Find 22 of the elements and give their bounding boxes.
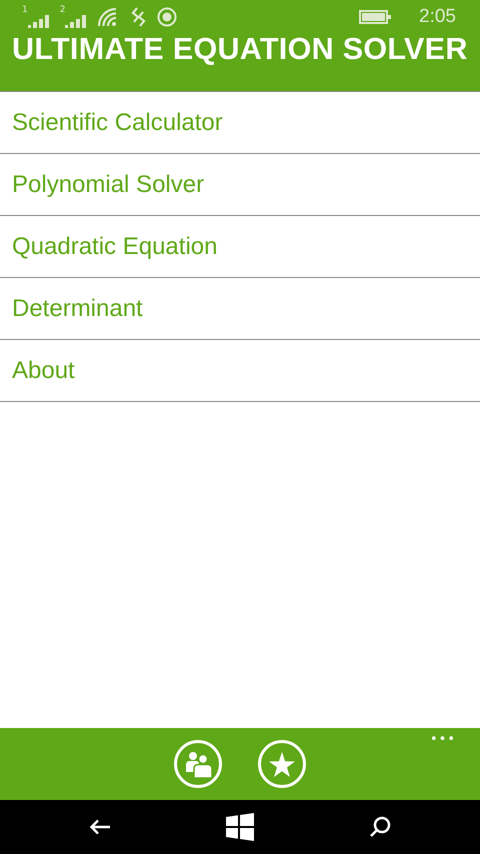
menu-item[interactable]: Determinant	[0, 278, 480, 340]
signal-icon	[65, 14, 88, 28]
menu-item[interactable]: About	[0, 340, 480, 402]
signal-icon	[28, 14, 50, 28]
sim-number: 1	[22, 6, 28, 15]
menu-item[interactable]: Scientific Calculator	[0, 92, 480, 154]
people-icon	[183, 750, 213, 778]
sim-number: 2	[60, 6, 66, 15]
menu-item[interactable]: Quadratic Equation	[0, 216, 480, 278]
more-button[interactable]: •••	[430, 732, 456, 747]
people-button[interactable]	[174, 740, 222, 788]
menu-item[interactable]: Polynomial Solver	[0, 154, 480, 216]
vibrate-icon	[129, 7, 148, 27]
battery-icon	[359, 10, 392, 24]
back-icon[interactable]	[89, 819, 111, 835]
app-title: ULTIMATE EQUATION SOLVER	[11, 34, 469, 64]
search-icon[interactable]	[369, 816, 391, 838]
location-icon	[157, 7, 178, 27]
windows-icon[interactable]	[226, 813, 254, 841]
star-icon	[269, 752, 295, 776]
favorite-button[interactable]	[258, 740, 306, 788]
clock-time: 2:05	[419, 6, 456, 28]
